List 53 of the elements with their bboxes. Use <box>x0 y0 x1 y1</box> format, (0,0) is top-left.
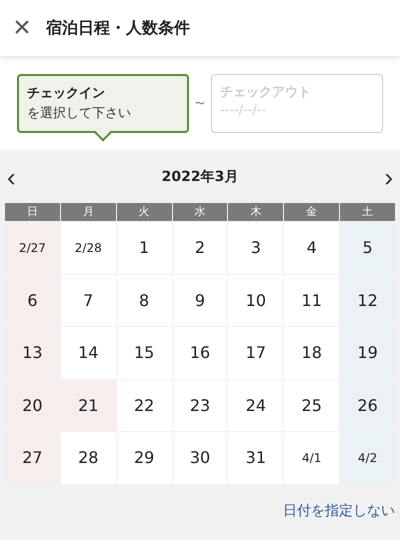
weekday-header: 月 <box>60 203 116 221</box>
day-cell[interactable]: 5 <box>340 222 395 274</box>
day-cell[interactable]: 2/27 <box>5 222 60 274</box>
day-cell[interactable]: 24 <box>228 380 284 431</box>
weekday-header: 日 <box>5 203 60 221</box>
day-cell[interactable]: 19 <box>340 327 395 378</box>
day-cell[interactable]: 6 <box>5 274 60 326</box>
day-cell[interactable]: 28 <box>60 432 116 484</box>
day-cell[interactable]: 11 <box>284 274 340 326</box>
range-separator: ～ <box>193 94 207 112</box>
day-cell[interactable]: 30 <box>172 432 228 484</box>
day-cell[interactable]: 9 <box>172 274 228 326</box>
day-cell[interactable]: 16 <box>172 327 228 378</box>
day-cell[interactable]: 4/2 <box>340 432 395 484</box>
field-label: チェックイン <box>27 85 106 102</box>
day-cell[interactable]: 18 <box>284 327 340 378</box>
day-cell[interactable]: 4/1 <box>284 432 340 484</box>
weekday-header: 水 <box>172 203 228 221</box>
day-cell[interactable]: 31 <box>228 432 284 484</box>
weekday-header: 木 <box>228 203 284 221</box>
day-cell[interactable]: 7 <box>60 274 116 326</box>
next-month-button[interactable]: › <box>382 164 395 190</box>
day-cell[interactable]: 29 <box>116 432 172 484</box>
day-cell[interactable]: 10 <box>228 274 284 326</box>
checkin-field[interactable]: チェックイン を選択して下さい <box>17 74 189 133</box>
day-cell[interactable]: 4 <box>284 222 340 274</box>
page-title: 宿泊日程・人数条件 <box>46 18 190 38</box>
weekday-header: 火 <box>116 203 172 221</box>
day-cell[interactable]: 25 <box>284 380 340 431</box>
day-cell[interactable]: 17 <box>228 327 284 378</box>
weekday-header: 土 <box>340 203 395 221</box>
day-cell[interactable]: 14 <box>60 327 116 378</box>
weekday-header: 金 <box>284 203 340 221</box>
day-cell[interactable]: 21 <box>60 380 116 431</box>
field-value: を選択して下さい <box>27 105 132 122</box>
day-cell[interactable]: 23 <box>172 380 228 431</box>
previous-month-button[interactable]: ‹ <box>5 164 18 190</box>
day-cell[interactable]: 15 <box>116 327 172 378</box>
close-button[interactable]: × <box>10 13 34 43</box>
day-cell[interactable]: 3 <box>228 222 284 274</box>
day-cell[interactable]: 2 <box>172 222 228 274</box>
day-cell[interactable]: 27 <box>5 432 60 484</box>
day-cell[interactable]: 26 <box>340 380 395 431</box>
day-cell[interactable]: 8 <box>116 274 172 326</box>
day-cell[interactable]: 22 <box>116 380 172 431</box>
day-cell[interactable]: 13 <box>5 327 60 378</box>
field-value: ----/--/-- <box>220 103 268 118</box>
day-cell[interactable]: 2/28 <box>60 222 116 274</box>
month-title: 2022年3月 <box>162 168 238 186</box>
day-cell[interactable]: 1 <box>116 222 172 274</box>
no-date-link[interactable]: 日付を指定しない <box>283 502 395 520</box>
day-cell[interactable]: 20 <box>5 380 60 431</box>
day-cell[interactable]: 12 <box>340 274 395 326</box>
